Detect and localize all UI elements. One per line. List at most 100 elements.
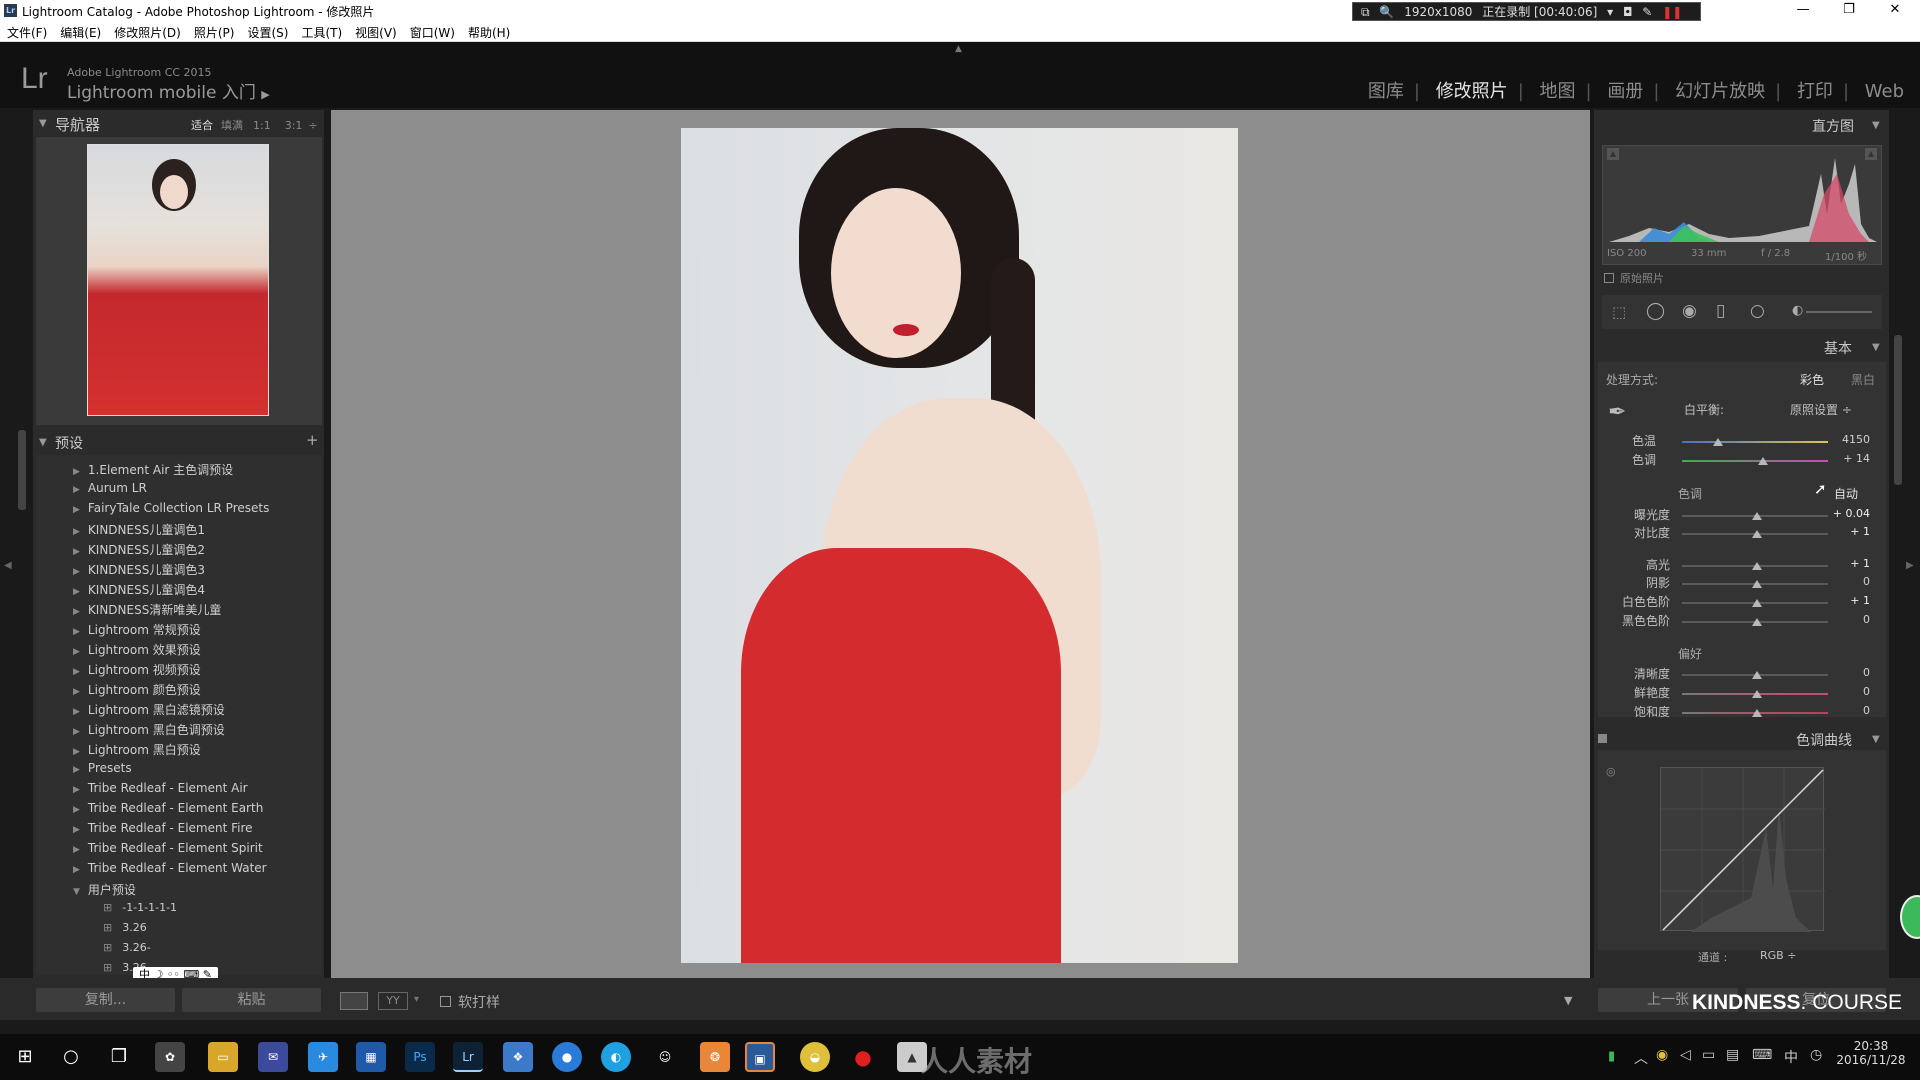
mail-icon[interactable]: ✉ <box>258 1042 288 1072</box>
navigator-collapse-icon[interactable]: ▼ <box>39 118 47 129</box>
app-icon-3[interactable]: ▦ <box>356 1042 386 1072</box>
preset-folder[interactable]: ▶ Tribe Redleaf - Element Spirit <box>73 841 263 855</box>
treatment-bw[interactable]: 黑白 <box>1851 371 1875 388</box>
exposure-thumb[interactable] <box>1752 512 1762 520</box>
recorder-dropdown-icon[interactable]: ▾ <box>1607 5 1613 19</box>
preset-folder[interactable]: ▶ Lightroom 颜色预设 <box>73 681 201 698</box>
module-map[interactable]: 地图 <box>1540 77 1576 103</box>
presets-collapse-icon[interactable]: ▼ <box>39 437 47 448</box>
recorder-camera-icon[interactable]: ◘ <box>1623 5 1633 19</box>
lr-mobile-link[interactable]: Lightroom mobile 入门 ▶ <box>67 78 270 103</box>
tray-expand-icon[interactable]: ︿ <box>1634 1048 1648 1068</box>
menu-settings[interactable]: 设置(S) <box>240 22 294 41</box>
module-library[interactable]: 图库 <box>1368 77 1404 103</box>
preset-folder[interactable]: ▶ Lightroom 常规预设 <box>73 621 201 638</box>
preset-folder[interactable]: ▶ Lightroom 视频预设 <box>73 661 201 678</box>
tray-clock-icon[interactable]: ◷ <box>1810 1047 1822 1063</box>
zoom-fill[interactable]: 填满 <box>221 119 243 132</box>
blacks-value[interactable]: 0 <box>1830 613 1870 626</box>
right-collapse-icon[interactable]: ▶ <box>1906 560 1914 571</box>
photoshop-icon[interactable]: Ps <box>405 1042 435 1072</box>
module-print[interactable]: 打印 <box>1797 77 1833 103</box>
task-view-icon[interactable]: ❐ <box>104 1042 134 1072</box>
treatment-color[interactable]: 彩色 <box>1800 371 1824 388</box>
wb-eyedropper-icon[interactable]: ✒ <box>1608 400 1626 425</box>
tray-app-icon[interactable]: ◉ <box>1656 1047 1668 1063</box>
saturation-thumb[interactable] <box>1752 709 1762 717</box>
target-adjust-icon[interactable]: ◎ <box>1606 765 1616 778</box>
app-icon-9[interactable]: ◒ <box>800 1042 830 1072</box>
user-preset-item[interactable]: ⊞ -1-1-1-1-1 <box>103 901 177 914</box>
brush-slider[interactable] <box>1806 311 1872 313</box>
collapse-top-icon[interactable]: ▲ <box>955 44 962 54</box>
volume-icon[interactable]: ◁ <box>1680 1047 1691 1063</box>
tone-curve-collapse-icon[interactable]: ▼ <box>1872 734 1880 745</box>
preset-folder[interactable]: ▶ KINDNESS清新唯美儿童 <box>73 601 221 618</box>
preset-folder[interactable]: ▶ Tribe Redleaf - Element Water <box>73 861 267 875</box>
user-preset-item[interactable]: ⊞ 3.26 <box>103 921 147 934</box>
menu-window[interactable]: 窗口(W) <box>403 22 461 41</box>
loupe-view-icon[interactable] <box>340 992 368 1010</box>
before-after-icon[interactable]: YY <box>378 992 408 1010</box>
temp-slider[interactable] <box>1682 441 1828 443</box>
soft-proof-checkbox[interactable] <box>440 996 451 1007</box>
module-slideshow[interactable]: 幻灯片放映 <box>1675 77 1765 103</box>
saturation-value[interactable]: 0 <box>1830 704 1870 717</box>
channel-dropdown[interactable]: RGB ÷ <box>1760 949 1796 962</box>
preset-folder[interactable]: ▶ KINDNESS儿童调色1 <box>73 521 205 538</box>
recorder-bar[interactable]: ⧉ 🔍 1920x1080 正在录制 [00:40:06] ▾ ◘ ✎ ❚❚ ■ <box>1352 2 1701 38</box>
preset-folder[interactable]: ▶ Tribe Redleaf - Element Air <box>73 781 248 795</box>
shadows-thumb[interactable] <box>1752 580 1762 588</box>
file-explorer-icon[interactable]: ▭ <box>208 1042 238 1072</box>
temp-thumb[interactable] <box>1713 438 1723 446</box>
start-windows-icon[interactable]: ⊞ <box>10 1042 40 1072</box>
wb-dropdown[interactable]: 原照设置 ÷ <box>1790 401 1852 418</box>
graduated-filter-icon[interactable]: ▯ <box>1716 301 1725 321</box>
zoom-1-1[interactable]: 1:1 <box>253 119 271 132</box>
basic-collapse-icon[interactable]: ▼ <box>1872 342 1880 353</box>
preset-folder-user[interactable]: ▼ 用户预设 <box>73 881 136 898</box>
highlights-value[interactable]: + 1 <box>1830 557 1870 570</box>
keyboard-icon[interactable]: ⌨ <box>1752 1047 1772 1063</box>
contrast-thumb[interactable] <box>1752 530 1762 538</box>
tint-slider[interactable] <box>1682 460 1828 462</box>
tint-thumb[interactable] <box>1758 457 1768 465</box>
preset-folder[interactable]: ▶ Presets <box>73 761 132 775</box>
search-cortana-icon[interactable]: ○ <box>56 1042 86 1072</box>
tone-curve-title[interactable]: 色调曲线 <box>1796 730 1852 750</box>
recorder-search-icon[interactable]: 🔍 <box>1379 5 1394 19</box>
menu-tools[interactable]: 工具(T) <box>294 22 348 41</box>
radial-filter-icon[interactable]: ○ <box>1750 301 1765 321</box>
zoom-3-1[interactable]: 3:1 <box>285 119 303 132</box>
left-scrollbar[interactable] <box>18 430 26 510</box>
network-icon[interactable]: ▭ <box>1702 1047 1715 1063</box>
navigator-thumbnail[interactable] <box>87 144 269 416</box>
main-photo[interactable] <box>681 128 1238 963</box>
clock[interactable]: 20:38 2016/11/28 <box>1836 1039 1906 1067</box>
clarity-value[interactable]: 0 <box>1830 666 1870 679</box>
preset-folder[interactable]: ▶ KINDNESS儿童调色3 <box>73 561 205 578</box>
tone-curve-toggle[interactable] <box>1598 734 1607 743</box>
battery-icon[interactable]: ▮ <box>1608 1049 1615 1064</box>
menu-help[interactable]: 帮助(H) <box>461 22 516 41</box>
preset-folder[interactable]: ▶ KINDNESS儿童调色4 <box>73 581 205 598</box>
minimize-button[interactable]: — <box>1780 0 1826 22</box>
histogram-title[interactable]: 直方图 <box>1812 116 1854 136</box>
close-button[interactable]: ✕ <box>1872 0 1918 22</box>
menu-develop[interactable]: 修改照片(D) <box>107 22 187 41</box>
menu-view[interactable]: 视图(V) <box>348 22 403 41</box>
module-web[interactable]: Web <box>1865 81 1904 102</box>
lightroom-icon[interactable]: Lr <box>453 1042 483 1072</box>
tone-curve-graph[interactable] <box>1660 767 1825 932</box>
crop-tool-icon[interactable]: ⬚ <box>1612 303 1626 321</box>
recorder-pause-icon[interactable]: ❚❚ <box>1662 5 1682 19</box>
zoom-stepper-icon[interactable]: ÷ <box>308 119 317 132</box>
app-icon-5[interactable]: ● <box>552 1042 582 1072</box>
preset-folder[interactable]: ▶ FairyTale Collection LR Presets <box>73 501 269 515</box>
vibrance-value[interactable]: 0 <box>1830 685 1870 698</box>
temp-value[interactable]: 4150 <box>1830 433 1870 446</box>
left-collapse-icon[interactable]: ◀ <box>4 560 12 571</box>
qq-icon[interactable]: ☺ <box>650 1042 680 1072</box>
shadows-value[interactable]: 0 <box>1830 575 1870 588</box>
module-book[interactable]: 画册 <box>1607 77 1643 103</box>
